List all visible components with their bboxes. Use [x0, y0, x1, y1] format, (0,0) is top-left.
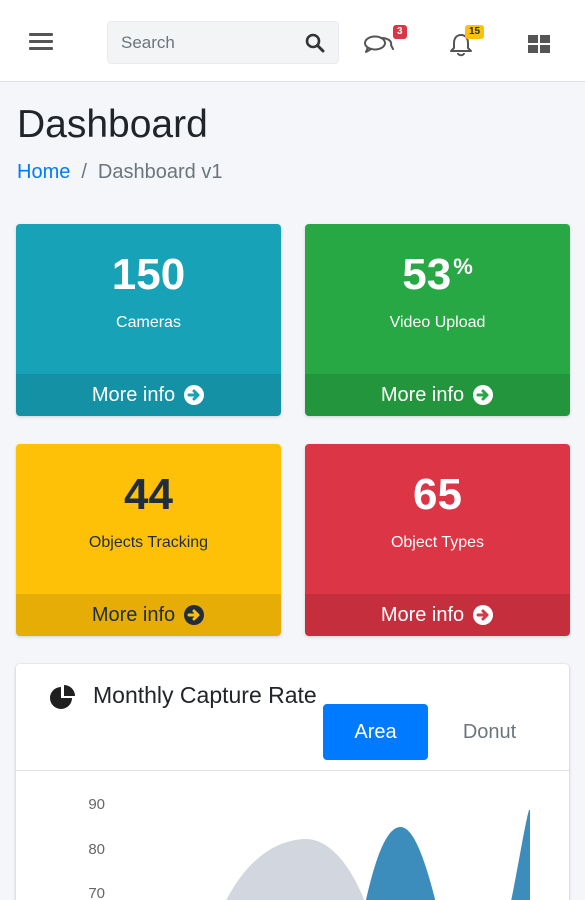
- cameras-count: 150: [111, 250, 186, 299]
- page-title: Dashboard: [17, 103, 208, 146]
- tab-area[interactable]: Area: [323, 704, 428, 760]
- video-upload-label: Video Upload: [389, 314, 486, 331]
- notifications-dropdown[interactable]: 15: [448, 25, 485, 58]
- top-navbar: 3 15: [0, 0, 585, 82]
- breadcrumb-home-link[interactable]: Home: [17, 161, 70, 183]
- area-series-gray: [226, 839, 365, 900]
- y-tick-label: 80: [88, 841, 105, 858]
- monthly-capture-card: Monthly Capture Rate Area Donut 90 80 70: [16, 664, 569, 900]
- video-upload-box: 53% Video Upload More info: [305, 224, 570, 416]
- object-types-count: 65: [413, 470, 462, 519]
- object-types-label: Object Types: [390, 534, 485, 551]
- area-series-blue: [365, 826, 436, 900]
- grid-icon: [528, 35, 550, 53]
- chart-pie-icon: [50, 685, 75, 709]
- notifications-badge: 15: [465, 25, 485, 39]
- percent-sign: %: [453, 254, 473, 279]
- object-types-box: 65 Object Types More info: [305, 444, 570, 636]
- objects-tracking-label: Objects Tracking: [88, 534, 209, 551]
- tab-donut[interactable]: Donut: [442, 704, 537, 760]
- comments-icon: [364, 35, 394, 53]
- cameras-more-info-link[interactable]: More info: [16, 374, 281, 416]
- apps-button[interactable]: [526, 28, 560, 58]
- arrow-circle-right-icon: [184, 605, 205, 625]
- search-form: [107, 21, 339, 64]
- y-tick-label: 90: [88, 796, 105, 813]
- arrow-circle-right-icon: [473, 385, 494, 405]
- breadcrumb: Home / Dashboard v1: [17, 161, 222, 184]
- objects-tracking-count: 44: [124, 470, 173, 519]
- cameras-label: Cameras: [116, 314, 181, 331]
- menu-toggle-icon[interactable]: [29, 33, 53, 51]
- arrow-circle-right-icon: [473, 605, 494, 625]
- video-upload-percent: 53%: [402, 250, 473, 299]
- messages-dropdown[interactable]: 3: [362, 25, 407, 58]
- y-tick-label: 70: [88, 885, 105, 900]
- breadcrumb-separator: /: [81, 161, 87, 183]
- search-icon: [305, 33, 324, 52]
- cameras-box: 150 Cameras More info: [16, 224, 281, 416]
- search-button[interactable]: [290, 22, 339, 63]
- arrow-circle-right-icon: [184, 385, 205, 405]
- messages-badge: 3: [393, 25, 407, 39]
- card-title: Monthly Capture Rate: [93, 682, 317, 708]
- video-upload-more-info-link[interactable]: More info: [305, 374, 570, 416]
- objects-tracking-more-info-link[interactable]: More info: [16, 594, 281, 636]
- card-header: Monthly Capture Rate Area Donut: [16, 664, 569, 771]
- area-series-blue: [511, 810, 530, 900]
- area-chart: 90 80 70: [88, 796, 530, 900]
- breadcrumb-current: Dashboard v1: [97, 161, 223, 183]
- object-types-more-info-link[interactable]: More info: [305, 594, 570, 636]
- objects-tracking-box: 44 Objects Tracking More info: [16, 444, 281, 636]
- search-input[interactable]: [108, 22, 290, 63]
